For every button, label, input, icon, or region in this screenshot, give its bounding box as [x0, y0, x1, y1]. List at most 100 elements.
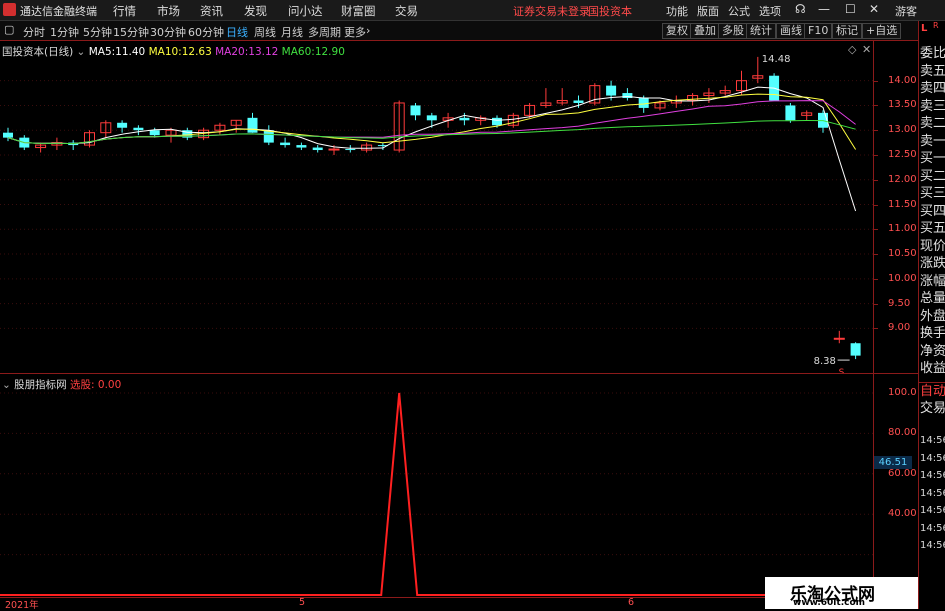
indicator-signal: 选股: 0.00 [70, 379, 122, 391]
indicator-chart[interactable] [0, 374, 873, 598]
candle-body [850, 343, 861, 356]
service-icon[interactable]: ☊ [795, 2, 806, 16]
tab-1min[interactable]: 1分钟 [50, 24, 79, 40]
watermark-url: www.60lt.com [793, 598, 866, 608]
close-icon[interactable]: ✕ [869, 2, 879, 16]
adjust-button[interactable]: 复权 [662, 23, 692, 39]
quote-field-label[interactable]: 委比 [920, 46, 945, 62]
quote-field-label[interactable]: 买三 [920, 186, 945, 202]
maximize-icon[interactable]: ☐ [845, 2, 856, 16]
price-tick [874, 254, 878, 256]
candle-body [312, 147, 323, 151]
quote-panel: L R 委比卖五 卖四卖三 卖二卖一 买一买二 买三买四 买五现价 涨跌涨幅 总量外盘 换手净资… [918, 21, 945, 609]
x-axis-line [0, 597, 873, 598]
f10-button[interactable]: F10 [804, 23, 833, 39]
low-price-label: 8.38 [814, 356, 836, 367]
quote-field-label[interactable]: 收益 [920, 361, 945, 377]
chevron-right-icon[interactable]: › [366, 24, 370, 37]
panel-header-l[interactable]: L [921, 23, 927, 34]
quote-field-label[interactable]: 买四 [920, 204, 945, 220]
quote-field-label[interactable]: 卖二 [920, 116, 945, 132]
tab-5min[interactable]: 5分钟 [83, 24, 112, 40]
indicator-toggle-icon[interactable]: ⌄ [2, 379, 11, 391]
price-tick [874, 80, 878, 82]
tab-weekly[interactable]: 周线 [254, 24, 276, 40]
indicator-legend: ⌄ 股朋指标网 选股: 0.00 [2, 377, 121, 392]
ma10-label: MA10:12.63 [148, 46, 212, 58]
x-label-may: 5 [299, 597, 306, 608]
candle-body [426, 115, 437, 121]
menu-options[interactable]: 选项 [759, 3, 781, 19]
quote-field-label[interactable]: 卖一 [920, 134, 945, 150]
close-pane-icon[interactable]: ✕ [862, 43, 871, 56]
overlay-button[interactable]: 叠加 [690, 23, 720, 39]
price-tick [874, 328, 878, 330]
guest-label[interactable]: 游客 [895, 3, 917, 19]
tab-more[interactable]: 更多 [344, 24, 366, 40]
price-tick-label: 11.00 [888, 223, 917, 235]
trade-time: 14:56 [920, 540, 945, 551]
trade-time: 14:56 [920, 505, 945, 516]
add-favorite-button[interactable]: +自选 [862, 23, 902, 39]
quote-field-label[interactable]: 买五 [920, 221, 945, 237]
menu-item-discover[interactable]: 发现 [244, 3, 267, 19]
trade-time: 14:56 [920, 435, 945, 446]
candle-body [573, 100, 584, 103]
quote-field-label[interactable]: 卖三 [920, 99, 945, 115]
menu-function[interactable]: 功能 [666, 3, 688, 19]
login-notice[interactable]: 证券交易未登录 [513, 3, 590, 19]
menu-item-wealth[interactable]: 财富圈 [341, 3, 376, 19]
minimize-icon[interactable]: — [818, 2, 830, 16]
multi-stock-button[interactable]: 多股 [718, 23, 748, 39]
indicator-tick-label: 100.0 [888, 387, 917, 398]
tab-intraday[interactable]: 分时 [23, 24, 45, 40]
quote-field-label[interactable]: 卖五 [920, 64, 945, 80]
menu-layout[interactable]: 版面 [697, 3, 719, 19]
price-tick [874, 154, 878, 156]
quote-field-label[interactable]: 换手 [920, 326, 945, 342]
ma20-label: MA20:13.12 [215, 46, 279, 58]
tab-15min[interactable]: 15分钟 [113, 24, 149, 40]
auto-trade-label[interactable]: 自动 [920, 384, 945, 400]
tab-monthly[interactable]: 月线 [281, 24, 303, 40]
menu-item-market[interactable]: 行情 [113, 3, 136, 19]
period-toolbar: ▢ 分时 1分钟 5分钟 15分钟 30分钟 60分钟 日线 周线 月线 多周期… [0, 21, 945, 41]
ma5-label: MA5:11.40 [88, 46, 146, 58]
quote-field-label[interactable]: 外盘 [920, 309, 945, 325]
quote-field-label[interactable]: 买一 [920, 151, 945, 167]
price-tick-label: 10.50 [888, 248, 917, 260]
menu-item-news[interactable]: 资讯 [200, 3, 223, 19]
panel-toggle-icon[interactable]: ▢ [4, 23, 14, 36]
quote-field-label[interactable]: 现价 [920, 239, 945, 255]
draw-button[interactable]: 画线 [776, 23, 806, 39]
menu-item-trade[interactable]: 交易 [395, 3, 418, 19]
candle-body [492, 117, 502, 126]
candle-body [263, 130, 274, 143]
tab-multi-period[interactable]: 多周期 [308, 24, 341, 40]
quote-field-label[interactable]: 涨跌 [920, 256, 945, 272]
menu-formula[interactable]: 公式 [728, 3, 750, 19]
mark-button[interactable]: 标记 [832, 23, 862, 39]
quote-field-label[interactable]: 卖四 [920, 81, 945, 97]
tab-daily[interactable]: 日线 [226, 24, 248, 40]
trade-label[interactable]: 交易 [920, 401, 945, 417]
quote-field-label[interactable]: 买二 [920, 169, 945, 185]
app-title: 通达信金融终端 [20, 5, 97, 18]
price-tick [874, 179, 878, 181]
candlestick-chart[interactable]: 14.488.38S [0, 41, 873, 373]
stats-button[interactable]: 统计 [746, 23, 776, 39]
panel-header-r[interactable]: R [933, 21, 939, 30]
legend-toggle-icon[interactable]: ⌄ [77, 46, 86, 58]
diamond-icon[interactable]: ◇ [848, 43, 856, 56]
menu-item-markets[interactable]: 市场 [157, 3, 180, 19]
tab-30min[interactable]: 30分钟 [150, 24, 186, 40]
quote-field-label[interactable]: 涨幅 [920, 274, 945, 290]
price-tick [874, 105, 878, 107]
tab-60min[interactable]: 60分钟 [188, 24, 224, 40]
price-tick [874, 204, 878, 206]
candle-body [833, 337, 845, 340]
quote-field-label[interactable]: 总量 [920, 291, 945, 307]
menu-item-ask[interactable]: 问小达 [288, 3, 323, 19]
quote-field-label[interactable]: 净资 [920, 344, 945, 360]
period-label: (日线) [44, 46, 74, 58]
